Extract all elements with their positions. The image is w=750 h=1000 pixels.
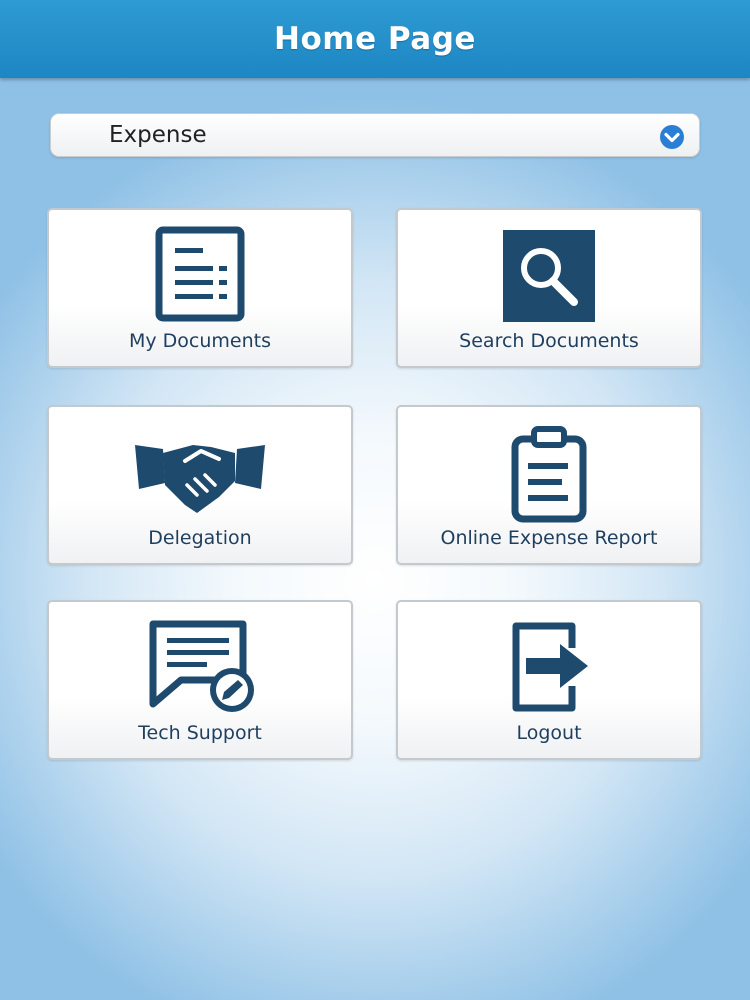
my-documents-button[interactable]: My Documents <box>47 208 353 368</box>
tech-support-button[interactable]: Tech Support <box>47 600 353 760</box>
logout-label: Logout <box>516 722 582 744</box>
header-bar: Home Page <box>0 0 750 78</box>
document-list-icon <box>155 226 245 322</box>
chevron-down-icon <box>660 125 684 149</box>
logout-button[interactable]: Logout <box>396 600 702 760</box>
tech-support-label: Tech Support <box>138 722 262 744</box>
support-chat-icon <box>149 620 254 712</box>
search-documents-label: Search Documents <box>459 330 639 352</box>
handshake-icon <box>135 445 265 513</box>
page-title: Home Page <box>274 21 476 57</box>
logout-icon <box>512 622 588 712</box>
delegation-label: Delegation <box>148 527 252 549</box>
my-documents-label: My Documents <box>128 330 271 352</box>
online-expense-report-button[interactable]: Online Expense Report <box>396 405 702 565</box>
module-select[interactable]: Expense <box>50 113 700 157</box>
clipboard-icon <box>511 426 587 523</box>
delegation-button[interactable]: Delegation <box>47 405 353 565</box>
module-select-value: Expense <box>109 122 207 148</box>
online-expense-report-label: Online Expense Report <box>440 527 658 549</box>
search-icon <box>503 230 595 322</box>
search-documents-button[interactable]: Search Documents <box>396 208 702 368</box>
